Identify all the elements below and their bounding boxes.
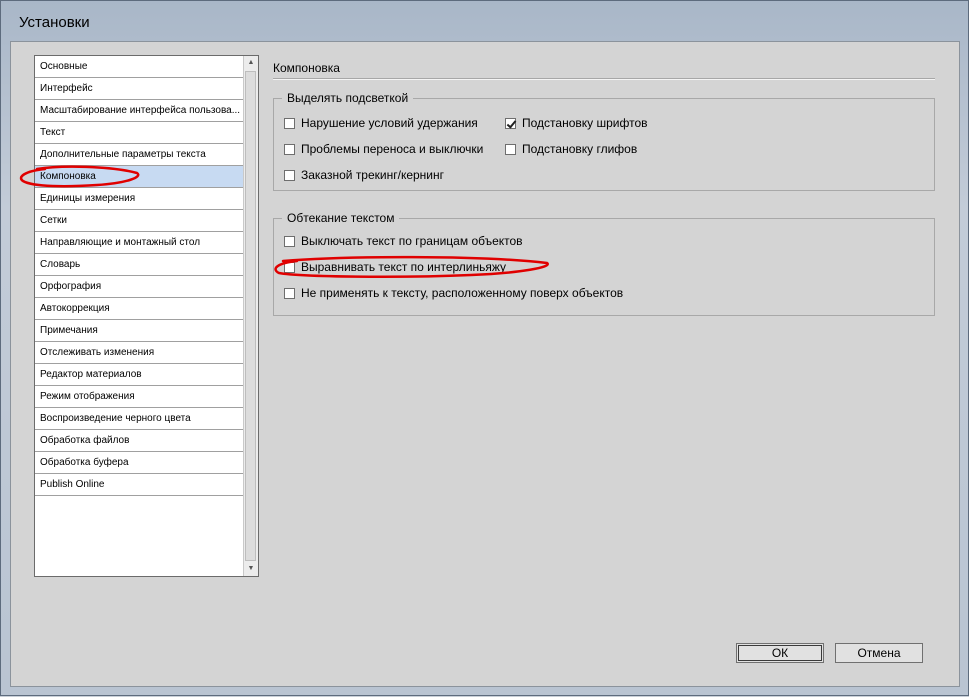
category-item[interactable]: Интерфейс bbox=[35, 78, 243, 100]
dialog-window: Установки Основные Интерфейс Масштабирован… bbox=[0, 0, 969, 696]
category-scrollbar[interactable]: ▲ ▼ bbox=[243, 56, 258, 576]
checkbox-text-wrap-above[interactable]: Не применять к тексту, расположенному по… bbox=[284, 285, 623, 301]
category-item[interactable]: Редактор материалов bbox=[35, 364, 243, 386]
category-item[interactable]: Дополнительные параметры текста bbox=[35, 144, 243, 166]
category-list[interactable]: Основные Интерфейс Масштабирование интерфе… bbox=[34, 55, 259, 577]
category-item[interactable]: Единицы измерения bbox=[35, 188, 243, 210]
category-item[interactable]: Направляющие и монтажный стол bbox=[35, 232, 243, 254]
checkbox-box[interactable] bbox=[505, 143, 516, 155]
checkbox-label: Нарушение условий удержания bbox=[301, 116, 478, 130]
title-bar[interactable]: Установки bbox=[1, 1, 969, 41]
category-item[interactable]: Обработка буфера bbox=[35, 452, 243, 474]
checkbox-box[interactable] bbox=[284, 117, 295, 129]
checkbox-box[interactable] bbox=[284, 287, 295, 299]
category-item[interactable]: Обработка файлов bbox=[35, 430, 243, 452]
checkbox-custom-tracking[interactable]: Заказной трекинг/кернинг bbox=[284, 167, 444, 183]
checkbox-keep-violations[interactable]: Нарушение условий удержания bbox=[284, 115, 478, 131]
category-item[interactable]: Publish Online bbox=[35, 474, 243, 496]
checkbox-label: Подстановку глифов bbox=[522, 142, 638, 156]
category-item[interactable]: Текст bbox=[35, 122, 243, 144]
category-item[interactable]: Режим отображения bbox=[35, 386, 243, 408]
checkbox-label: Заказной трекинг/кернинг bbox=[301, 168, 445, 182]
category-items: Основные Интерфейс Масштабирование интерфе… bbox=[35, 56, 243, 496]
category-item[interactable]: Воспроизведение черного цвета bbox=[35, 408, 243, 430]
scroll-down-arrow-icon[interactable]: ▼ bbox=[244, 562, 258, 576]
category-item[interactable]: Автокоррекция bbox=[35, 298, 243, 320]
scroll-thumb[interactable] bbox=[245, 71, 256, 561]
checkbox-box[interactable] bbox=[284, 143, 295, 155]
ok-button[interactable]: ОК bbox=[736, 643, 824, 663]
window-title: Установки bbox=[19, 14, 90, 31]
category-item[interactable]: Компоновка bbox=[35, 166, 243, 188]
cancel-button[interactable]: Отмена bbox=[835, 643, 923, 663]
checkbox-box[interactable] bbox=[284, 169, 295, 181]
panel-divider bbox=[273, 78, 935, 80]
checkbox-glyph-substitution[interactable]: Подстановку глифов bbox=[505, 141, 637, 157]
checkbox-font-substitution[interactable]: Подстановку шрифтов bbox=[505, 115, 648, 131]
checkbox-justify-next-to-objects[interactable]: Выключать текст по границам объектов bbox=[284, 233, 523, 249]
checkbox-box[interactable] bbox=[284, 261, 295, 273]
checkbox-hj-violations[interactable]: Проблемы переноса и выключки bbox=[284, 141, 483, 157]
category-item[interactable]: Примечания bbox=[35, 320, 243, 342]
highlight-group-legend: Выделять подсветкой bbox=[282, 91, 414, 105]
checkbox-box[interactable] bbox=[505, 117, 516, 129]
checkbox-label: Не применять к тексту, расположенному по… bbox=[301, 286, 624, 300]
checkbox-label: Выравнивать текст по интерлиньяжу bbox=[301, 260, 507, 274]
text-wrap-group: Обтекание текстом Выключать текст по гра… bbox=[273, 211, 935, 316]
checkbox-label: Подстановку шрифтов bbox=[522, 116, 648, 130]
text-wrap-group-legend: Обтекание текстом bbox=[282, 211, 400, 225]
category-item[interactable]: Словарь bbox=[35, 254, 243, 276]
highlight-group: Выделять подсветкой Нарушение условий уд… bbox=[273, 91, 935, 191]
category-item[interactable]: Сетки bbox=[35, 210, 243, 232]
checkbox-label: Проблемы переноса и выключки bbox=[301, 142, 484, 156]
panel-title: Компоновка bbox=[273, 61, 340, 75]
scroll-up-arrow-icon[interactable]: ▲ bbox=[244, 56, 258, 70]
checkbox-box[interactable] bbox=[284, 235, 295, 247]
category-item[interactable]: Отслеживать изменения bbox=[35, 342, 243, 364]
category-item[interactable]: Масштабирование интерфейса пользова... bbox=[35, 100, 243, 122]
category-item[interactable]: Орфография bbox=[35, 276, 243, 298]
checkbox-skip-by-leading[interactable]: Выравнивать текст по интерлиньяжу bbox=[284, 259, 506, 275]
category-item[interactable]: Основные bbox=[35, 56, 243, 78]
dialog-client-area: Основные Интерфейс Масштабирование интерфе… bbox=[10, 41, 960, 687]
checkbox-label: Выключать текст по границам объектов bbox=[301, 234, 523, 248]
